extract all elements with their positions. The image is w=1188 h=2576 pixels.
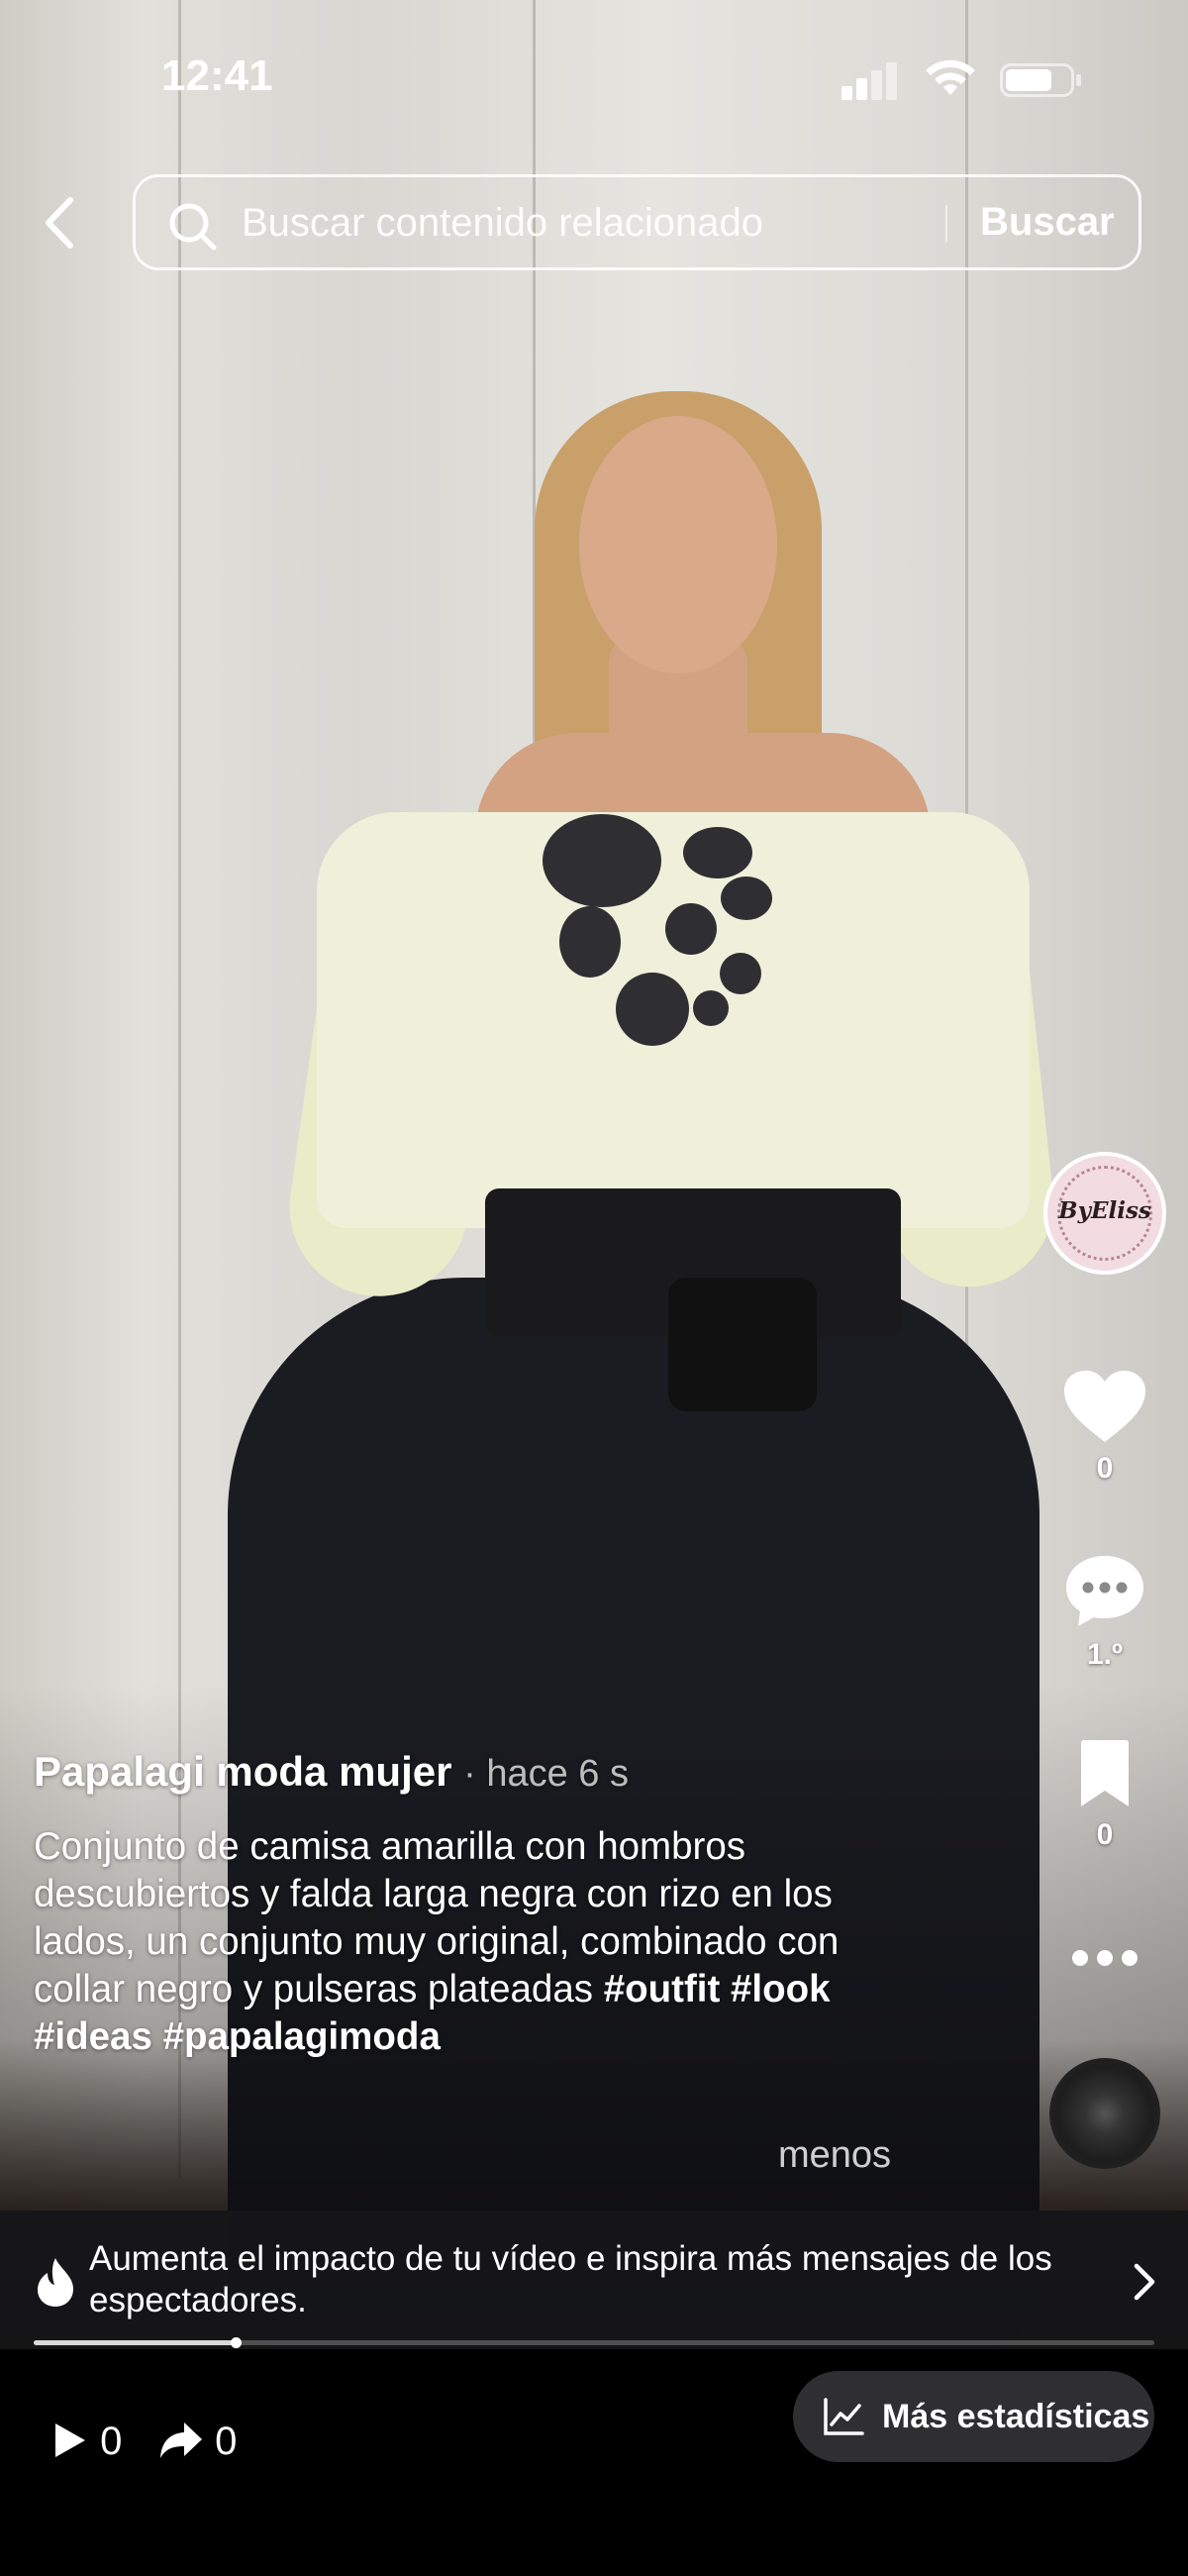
bottom-stats-bar: 0 0 Más estadísticas — [0, 2349, 1188, 2576]
more-stats-button[interactable]: Más estadísticas — [793, 2371, 1154, 2462]
caption-text: Conjunto de camisa amarilla con hombros … — [34, 1823, 915, 2061]
chevron-right-icon[interactable] — [1129, 2260, 1158, 2304]
play-icon — [55, 2423, 85, 2457]
author-name[interactable]: Papalagi moda mujer — [34, 1748, 451, 1795]
promo-text: Aumenta el impacto de tu vídeo e inspira… — [89, 2239, 1052, 2319]
like-button[interactable]: 0 — [1059, 1369, 1150, 1486]
cellular-signal-icon — [842, 62, 901, 100]
comment-button[interactable]: 1.º — [1059, 1553, 1150, 1672]
search-submit-button[interactable]: Buscar — [980, 177, 1115, 267]
flame-icon — [38, 2258, 73, 2307]
video-progress-bar[interactable] — [34, 2337, 1154, 2348]
comment-icon — [1066, 1556, 1143, 1626]
bookmark-button[interactable]: 0 — [1059, 1739, 1150, 1852]
avatar-logo-text: ByEliss — [1058, 1197, 1151, 1224]
music-disc-icon[interactable] — [1049, 2058, 1160, 2169]
progress-fill — [34, 2340, 236, 2345]
search-bar[interactable]: Buscar — [133, 174, 1141, 270]
bookmark-count: 0 — [1096, 1818, 1114, 1851]
back-button[interactable] — [35, 188, 90, 258]
status-time: 12:41 — [161, 52, 273, 100]
search-icon — [169, 203, 217, 251]
share-icon — [160, 2422, 202, 2458]
more-stats-label: Más estadísticas — [882, 2398, 1150, 2435]
like-count: 0 — [1096, 1452, 1114, 1485]
heart-icon — [1064, 1371, 1145, 1442]
search-input[interactable] — [240, 177, 857, 269]
post-caption-area: Papalagi moda mujer · hace 6 s Conjunto … — [34, 1748, 915, 2061]
wifi-icon — [926, 59, 975, 95]
comment-count: 1.º — [1087, 1638, 1123, 1671]
plays-count: 0 — [100, 2420, 123, 2463]
creator-avatar[interactable]: ByEliss — [1043, 1152, 1166, 1275]
hashtag[interactable]: #look — [731, 1968, 831, 2010]
progress-knob[interactable] — [230, 2337, 242, 2348]
plays-stat: 0 — [50, 2417, 122, 2466]
show-less-link[interactable]: menos — [778, 2134, 891, 2177]
search-divider — [945, 205, 947, 243]
shares-stat: 0 — [158, 2417, 237, 2466]
battery-icon — [1000, 63, 1081, 97]
status-bar: 12:41 — [0, 0, 1188, 149]
hashtag[interactable]: #papalagimoda — [163, 2015, 441, 2058]
shares-count: 0 — [215, 2420, 238, 2463]
hashtag[interactable]: #ideas — [34, 2015, 152, 2058]
author-row: Papalagi moda mujer · hace 6 s — [34, 1748, 915, 1796]
more-icon[interactable] — [1069, 1947, 1140, 1969]
post-time: · hace 6 s — [463, 1753, 630, 1795]
hashtag[interactable]: #outfit — [604, 1968, 721, 2010]
bookmark-icon — [1081, 1740, 1129, 1806]
chart-icon — [824, 2398, 864, 2435]
promo-banner[interactable]: Aumenta el impacto de tu vídeo e inspira… — [0, 2211, 1188, 2349]
